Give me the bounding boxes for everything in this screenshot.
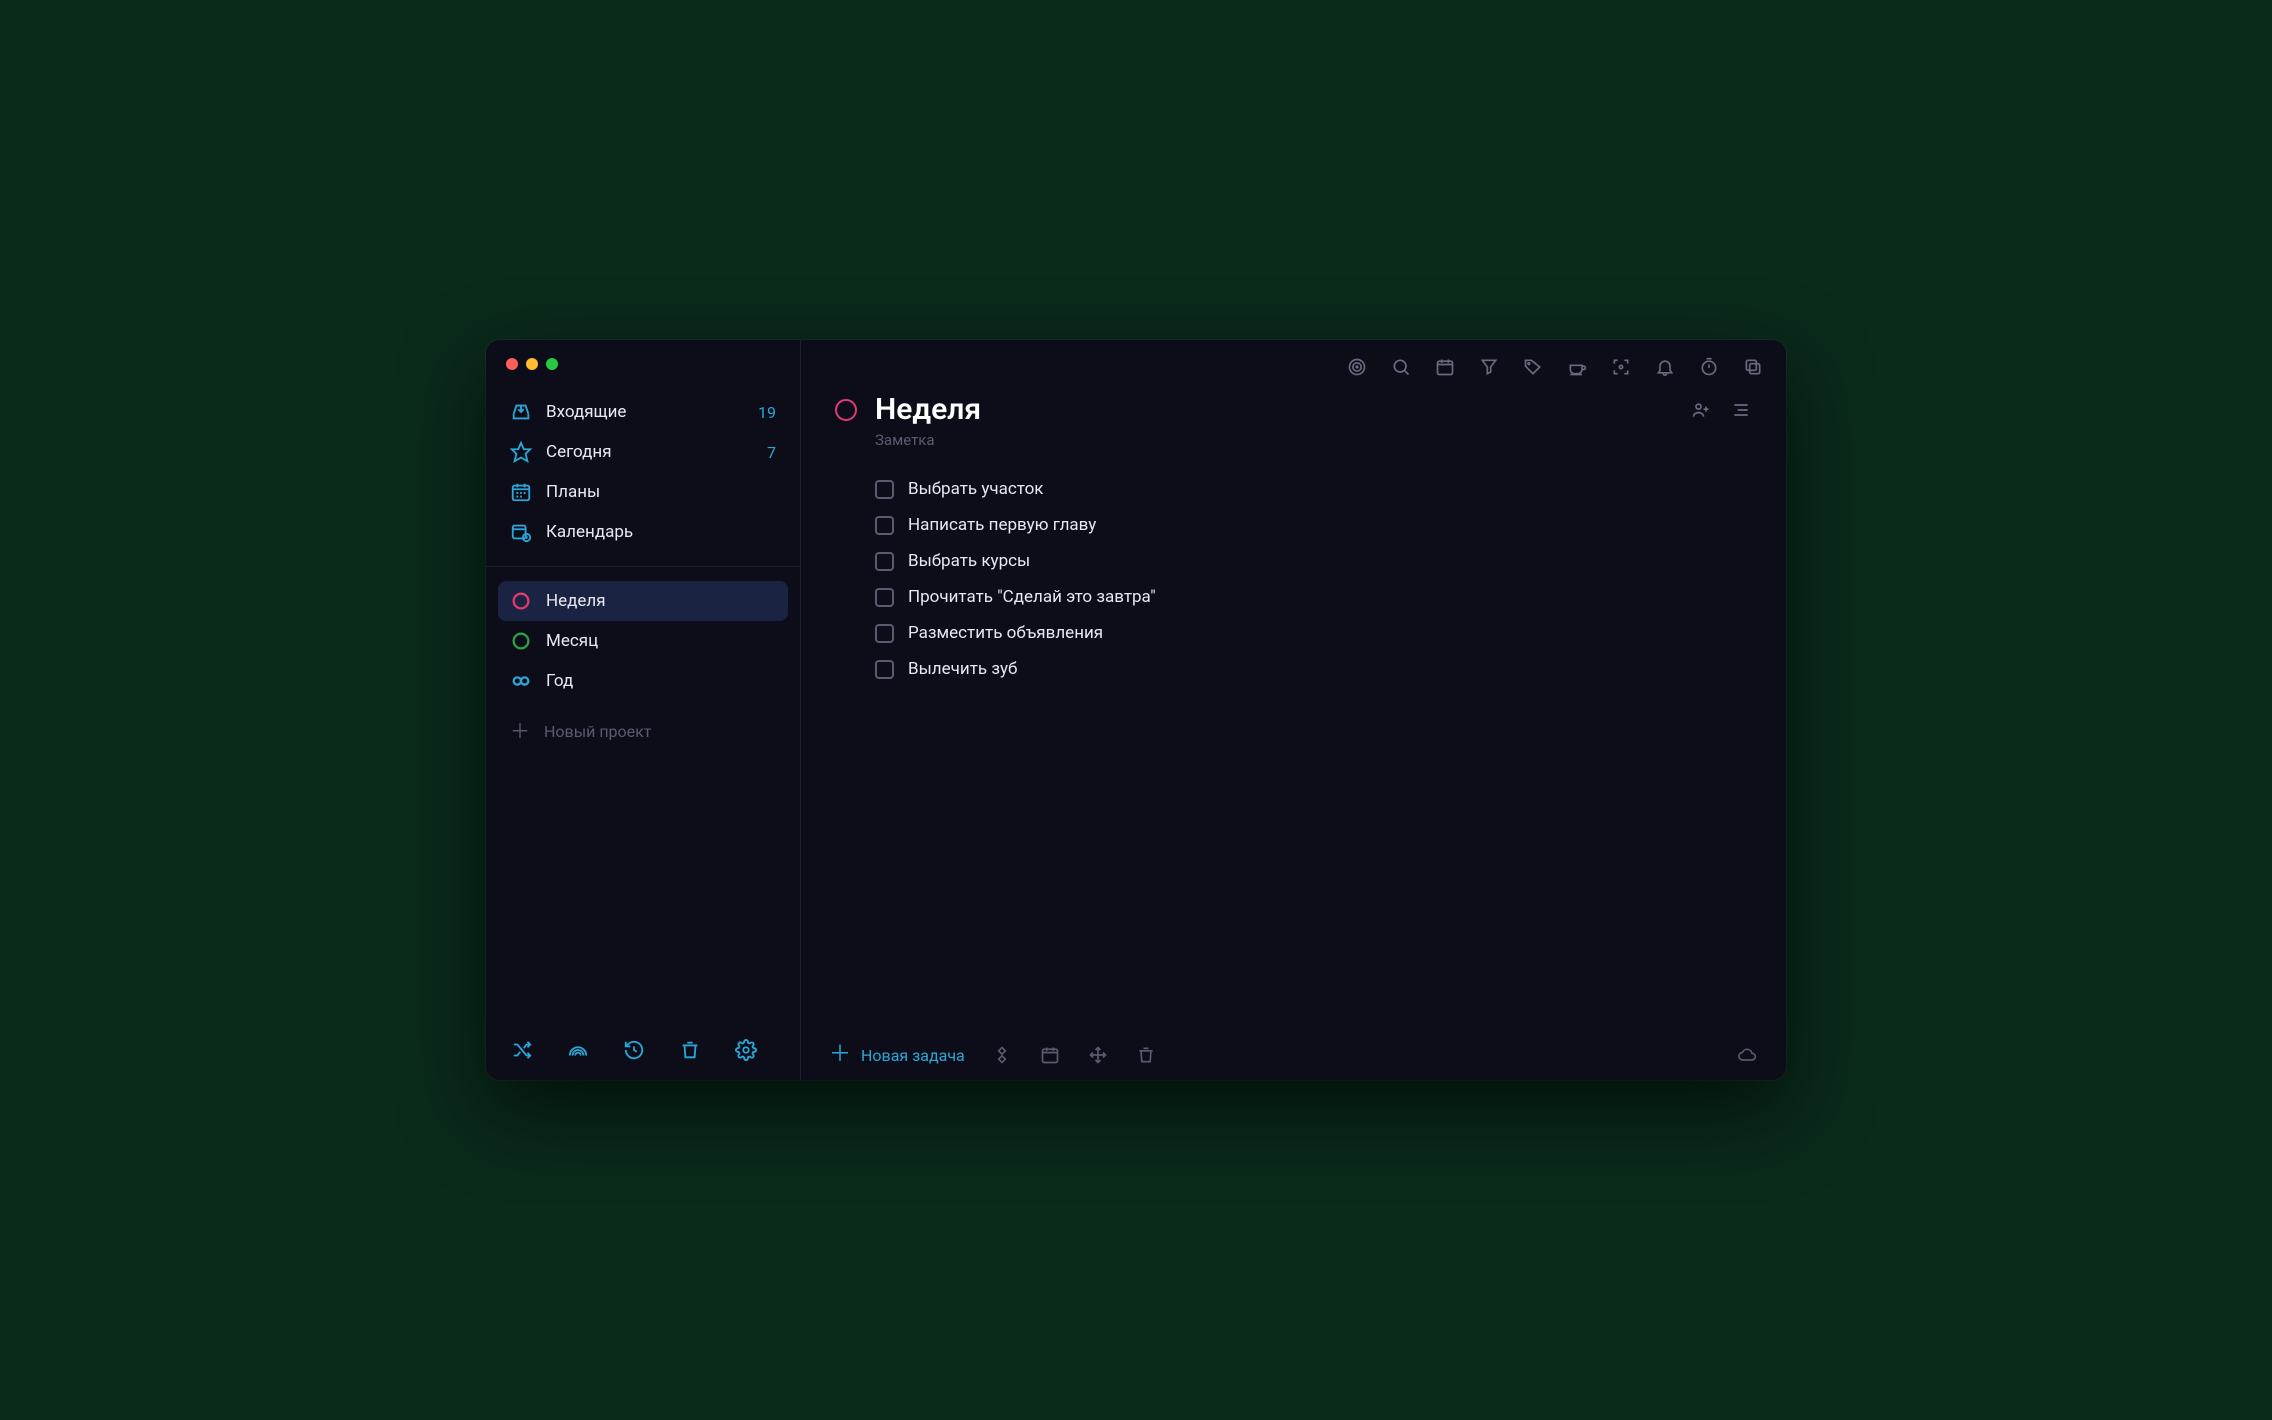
move-button[interactable] [1087, 1044, 1109, 1066]
maximize-window-button[interactable] [546, 358, 558, 370]
checkbox[interactable] [875, 480, 894, 499]
checkbox[interactable] [875, 624, 894, 643]
coffee-button[interactable] [1566, 356, 1588, 378]
checkbox[interactable] [875, 660, 894, 679]
calendar-clock-icon [510, 521, 532, 543]
sidebar-bottom-toolbar [486, 1020, 800, 1080]
title-actions [1690, 399, 1752, 421]
page-title: Неделя [875, 392, 981, 427]
focus-button[interactable] [1610, 356, 1632, 378]
task-item[interactable]: Выбрать курсы [875, 545, 1752, 577]
task-item[interactable]: Разместить объявления [875, 617, 1752, 649]
cloud-sync-button[interactable] [1736, 1044, 1758, 1066]
inbox-icon [510, 401, 532, 423]
filter-button[interactable] [1478, 356, 1500, 378]
checkbox[interactable] [875, 516, 894, 535]
delete-button[interactable] [1135, 1044, 1157, 1066]
task-item[interactable]: Прочитать "Сделай это завтра" [875, 581, 1752, 613]
project-month[interactable]: Месяц [498, 621, 788, 661]
project-year[interactable]: Год [498, 661, 788, 701]
close-window-button[interactable] [506, 358, 518, 370]
task-item[interactable]: Выбрать участок [875, 473, 1752, 505]
app-window: Входящие 19 Сегодня 7 Планы Кал [486, 340, 1786, 1080]
checkbox[interactable] [875, 588, 894, 607]
rainbow-button[interactable] [566, 1038, 590, 1062]
task-label: Выбрать курсы [908, 551, 1030, 571]
nav-inbox[interactable]: Входящие 19 [498, 392, 788, 432]
diamond-button[interactable] [991, 1044, 1013, 1066]
nav-label: Сегодня [546, 442, 612, 462]
content-area: Неделя Заметка Выбрать участок Написать … [801, 388, 1786, 1030]
title-row: Неделя [835, 392, 1752, 427]
history-button[interactable] [622, 1038, 646, 1062]
schedule-button[interactable] [1039, 1044, 1061, 1066]
task-list: Выбрать участок Написать первую главу Вы… [875, 473, 1752, 685]
circle-icon [510, 630, 532, 652]
settings-button[interactable] [734, 1038, 758, 1062]
timer-button[interactable] [1698, 356, 1720, 378]
list-options-button[interactable] [1730, 399, 1752, 421]
task-label: Разместить объявления [908, 623, 1103, 643]
nav-label: Входящие [546, 402, 626, 422]
star-icon [510, 441, 532, 463]
nav-calendar[interactable]: Календарь [498, 512, 788, 552]
task-label: Прочитать "Сделай это завтра" [908, 587, 1156, 607]
calendar-grid-icon [510, 481, 532, 503]
trash-button[interactable] [678, 1038, 702, 1062]
search-button[interactable] [1390, 356, 1412, 378]
nav-count: 19 [758, 403, 776, 422]
shuffle-button[interactable] [510, 1038, 534, 1062]
nav-plans[interactable]: Планы [498, 472, 788, 512]
project-label: Год [546, 671, 573, 691]
window-controls [486, 340, 800, 386]
project-label: Неделя [546, 591, 606, 611]
share-button[interactable] [1690, 399, 1712, 421]
bottom-toolbar: ＋ Новая задача [801, 1030, 1786, 1080]
calendar-button[interactable] [1434, 356, 1456, 378]
plus-icon: ＋ [510, 721, 530, 741]
main-panel: Неделя Заметка Выбрать участок Написать … [801, 340, 1786, 1080]
task-label: Выбрать участок [908, 479, 1044, 499]
task-item[interactable]: Написать первую главу [875, 509, 1752, 541]
tag-button[interactable] [1522, 356, 1544, 378]
infinity-icon [510, 670, 532, 692]
circle-icon [510, 590, 532, 612]
project-color-icon [835, 399, 857, 421]
divider [486, 566, 800, 567]
subtitle-note[interactable]: Заметка [875, 431, 1752, 449]
minimize-window-button[interactable] [526, 358, 538, 370]
new-project-button[interactable]: ＋ Новый проект [486, 707, 800, 755]
nav-main: Входящие 19 Сегодня 7 Планы Кал [486, 386, 800, 558]
nav-label: Календарь [546, 522, 633, 542]
task-label: Написать первую главу [908, 515, 1096, 535]
nav-today[interactable]: Сегодня 7 [498, 432, 788, 472]
plus-icon: ＋ [829, 1044, 851, 1066]
new-task-label: Новая задача [861, 1046, 965, 1065]
task-item[interactable]: Вылечить зуб [875, 653, 1752, 685]
new-project-label: Новый проект [544, 722, 651, 741]
checkbox[interactable] [875, 552, 894, 571]
task-label: Вылечить зуб [908, 659, 1017, 679]
project-label: Месяц [546, 631, 598, 651]
top-toolbar [801, 340, 1786, 388]
nav-count: 7 [767, 443, 776, 462]
new-task-button[interactable]: ＋ Новая задача [829, 1044, 965, 1066]
notifications-button[interactable] [1654, 356, 1676, 378]
nav-label: Планы [546, 482, 600, 502]
nav-projects: Неделя Месяц Год [486, 575, 800, 707]
sidebar: Входящие 19 Сегодня 7 Планы Кал [486, 340, 801, 1080]
copy-button[interactable] [1742, 356, 1764, 378]
target-button[interactable] [1346, 356, 1368, 378]
project-week[interactable]: Неделя [498, 581, 788, 621]
